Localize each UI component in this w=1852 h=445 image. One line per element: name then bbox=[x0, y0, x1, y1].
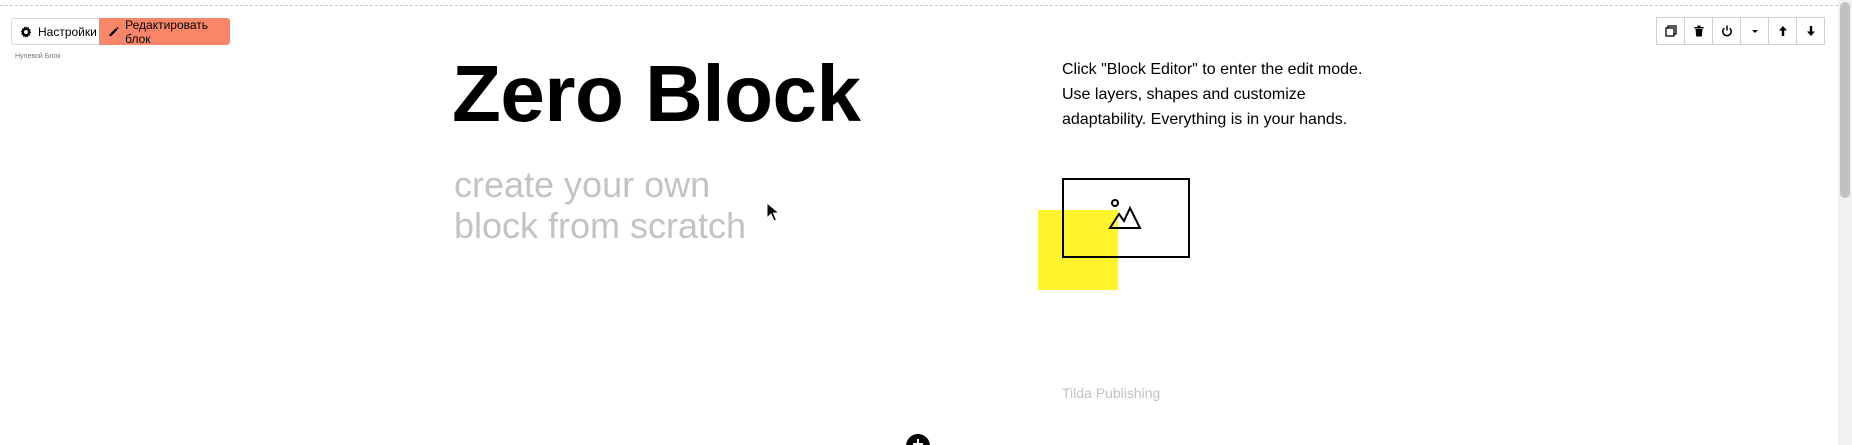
image-icon bbox=[1108, 199, 1142, 229]
add-block-button[interactable] bbox=[906, 434, 930, 445]
caret-down-icon bbox=[1751, 30, 1758, 33]
arrow-down-icon bbox=[1806, 26, 1815, 36]
pencil-icon bbox=[109, 26, 119, 36]
trash-icon bbox=[1694, 25, 1703, 37]
mouse-cursor-icon bbox=[766, 202, 780, 222]
gear-icon bbox=[20, 25, 32, 38]
settings-label: Настройки bbox=[38, 24, 97, 39]
duplicate-button[interactable] bbox=[1656, 17, 1685, 45]
block-top-border bbox=[0, 5, 1838, 6]
description-text: Click "Block Editor" to enter the edit m… bbox=[1062, 61, 1363, 128]
delete-button[interactable] bbox=[1684, 17, 1713, 45]
edit-block-label: Редактировать блок bbox=[125, 17, 209, 46]
page-title: Zero Block bbox=[452, 49, 861, 138]
move-up-button[interactable] bbox=[1768, 17, 1797, 45]
settings-button[interactable]: Настройки bbox=[11, 18, 100, 45]
toggle-visibility-button[interactable] bbox=[1712, 17, 1741, 45]
footer-text: Tilda Publishing bbox=[1062, 385, 1161, 401]
move-down-button[interactable] bbox=[1796, 17, 1825, 45]
arrow-up-icon bbox=[1778, 26, 1787, 36]
edit-block-button[interactable]: Редактировать блок bbox=[99, 17, 230, 46]
subtitle-text: create your own block from scratch bbox=[454, 164, 747, 246]
power-icon bbox=[1721, 25, 1732, 37]
scrollbar-thumb[interactable] bbox=[1840, 2, 1850, 198]
duplicate-icon bbox=[1664, 25, 1677, 37]
block-caption: Нулевой Блок bbox=[15, 53, 61, 60]
more-options-button[interactable] bbox=[1740, 17, 1769, 45]
